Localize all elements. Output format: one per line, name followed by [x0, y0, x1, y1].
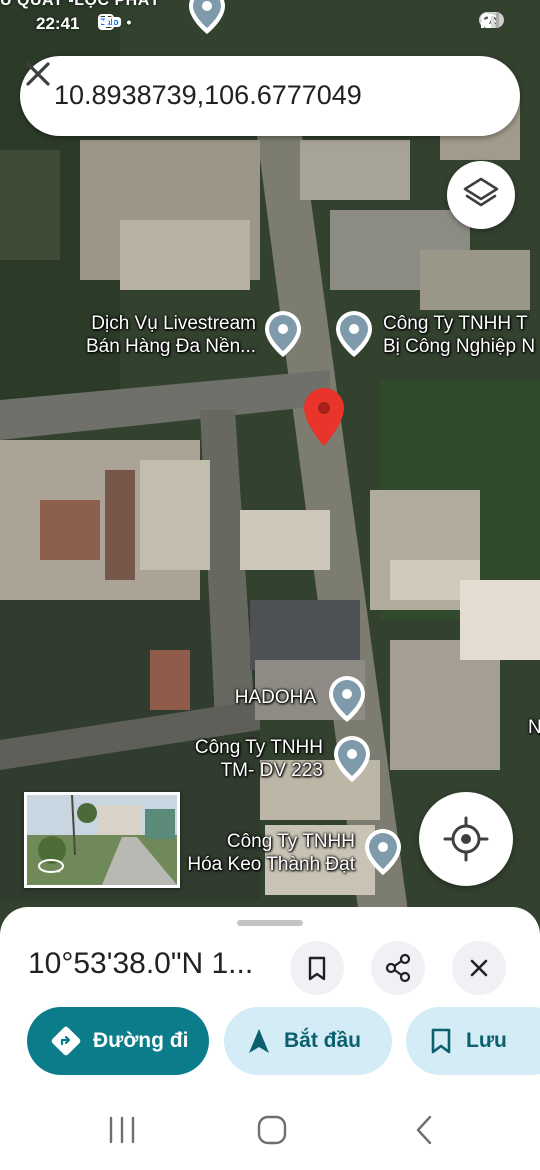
place-pin-icon[interactable]	[362, 827, 404, 877]
clock: 22:41	[36, 14, 80, 33]
place-name-line: Bị Công Nghiệp N	[383, 336, 536, 357]
status-right: 34	[478, 12, 504, 28]
my-location-button[interactable]	[419, 792, 513, 886]
sheet-drag-handle[interactable]	[237, 920, 303, 926]
home-icon[interactable]	[252, 1112, 292, 1148]
start-navigation-button[interactable]: Bắt đầu	[224, 1007, 392, 1075]
place-pin-icon[interactable]	[333, 309, 375, 359]
place-label[interactable]: HADOHA	[190, 686, 316, 709]
carrier-banner: U QUAY -LỘC PHÁT	[0, 0, 161, 9]
save-circle-button[interactable]	[290, 941, 344, 995]
place-pin-icon[interactable]	[186, 0, 228, 36]
bookmark-icon	[431, 1028, 451, 1054]
directions-button[interactable]: Đường đi	[27, 1007, 209, 1075]
place-name-line: Dịch Vụ Livestream	[91, 313, 256, 334]
place-name-line: Hóa Keo Thành Đạt	[187, 854, 355, 875]
share-button[interactable]	[371, 941, 425, 995]
recent-apps-icon[interactable]	[102, 1112, 142, 1148]
tiktok-icon	[99, 14, 112, 29]
share-icon	[385, 953, 411, 983]
selected-location-pin-icon[interactable]	[302, 386, 346, 448]
close-icon	[470, 959, 488, 977]
place-name-line: HADOHA	[234, 687, 316, 708]
coordinate-title: 10°53'38.0"N 1...	[28, 947, 254, 980]
street-view-thumbnail[interactable]	[24, 792, 180, 888]
place-name-line: TM- DV 223	[220, 760, 323, 781]
place-name-line: Bán Hàng Đa Nền...	[85, 336, 256, 357]
place-label[interactable]: Công Ty TNHH TM- DV 223	[150, 736, 323, 782]
layers-icon	[463, 177, 499, 207]
more-dot-icon: •	[126, 14, 132, 30]
bookmark-icon	[308, 956, 326, 981]
signal-icon	[480, 13, 499, 28]
close-sheet-button[interactable]	[452, 941, 506, 995]
my-location-icon	[443, 816, 489, 862]
place-label[interactable]: Công Ty TNHH Hóa Keo Thành Đạt	[150, 830, 355, 876]
save-label: Lưu	[466, 1029, 507, 1052]
edge-place-label: N	[528, 717, 540, 738]
layers-button[interactable]	[447, 161, 515, 229]
search-query[interactable]: 10.8938739,106.6777049	[54, 80, 362, 111]
place-pin-icon[interactable]	[331, 734, 373, 784]
place-label[interactable]: Công Ty TNHH T Bị Công Nghiệp N	[383, 312, 540, 358]
notification-icons: Zalo •	[98, 14, 131, 30]
save-button[interactable]: Lưu	[406, 1007, 540, 1075]
satellite-map[interactable]: U QUAY -LỘC PHÁT 22:41 Zalo • 34 10.8938…	[0, 0, 540, 1000]
system-navigation-bar	[0, 1090, 540, 1170]
place-label[interactable]: Dịch Vụ Livestream Bán Hàng Đa Nền...	[60, 312, 256, 358]
start-label: Bắt đầu	[284, 1029, 362, 1052]
place-name-line: Công Ty TNHH	[194, 737, 323, 758]
navigation-arrow-icon	[249, 1029, 269, 1053]
place-pin-icon[interactable]	[326, 674, 368, 724]
panorama-360-icon	[38, 859, 64, 873]
status-bar: U QUAY -LỘC PHÁT 22:41 Zalo • 34	[0, 0, 540, 44]
directions-label: Đường đi	[93, 1029, 189, 1052]
place-name-line: Công Ty TNHH	[226, 831, 355, 852]
directions-icon	[51, 1026, 81, 1056]
back-icon[interactable]	[404, 1112, 444, 1148]
close-icon[interactable]	[20, 56, 56, 92]
place-pin-icon[interactable]	[262, 309, 304, 359]
place-name-line: Công Ty TNHH T	[383, 313, 528, 334]
search-bar[interactable]: 10.8938739,106.6777049	[20, 56, 520, 136]
